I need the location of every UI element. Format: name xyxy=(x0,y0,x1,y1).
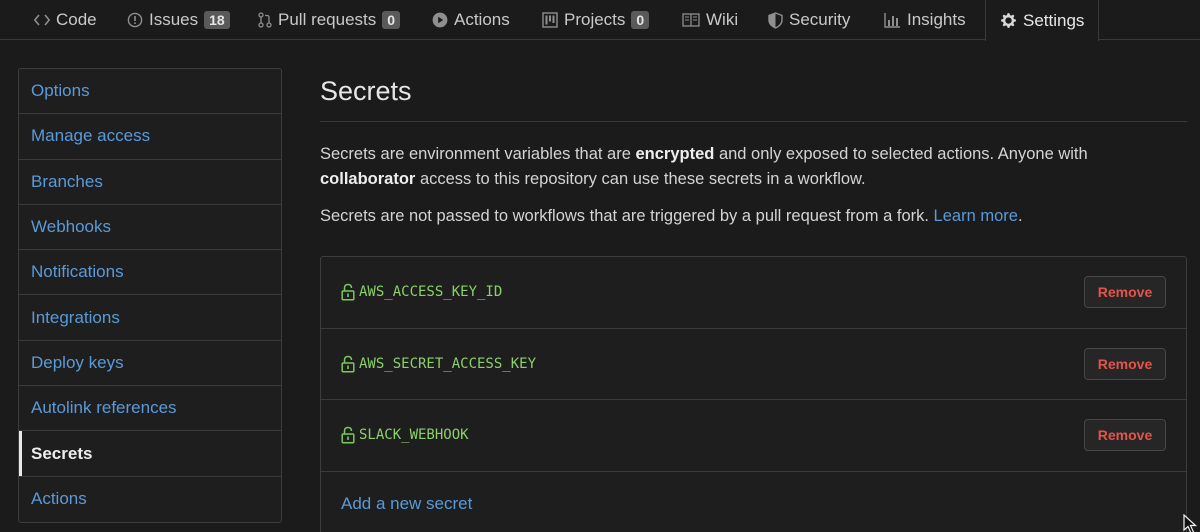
code-icon xyxy=(34,13,50,27)
project-icon xyxy=(542,12,558,28)
sidebar-item-actions[interactable]: Actions xyxy=(19,477,281,522)
desc-text-2: and only exposed to selected actions. An… xyxy=(714,145,1088,163)
secrets-description: Secrets are environment variables that a… xyxy=(320,142,1187,192)
tab-pull-requests-label: Pull requests xyxy=(278,10,377,29)
gear-icon xyxy=(1000,12,1017,29)
desc-text-1: Secrets are environment variables that a… xyxy=(320,145,636,163)
tab-security-label: Security xyxy=(789,10,851,29)
fork-notice-period: . xyxy=(1017,207,1023,225)
git-pull-request-icon xyxy=(258,12,272,28)
issues-count-badge: 18 xyxy=(204,11,230,29)
fork-notice-text: Secrets are not passed to workflows that… xyxy=(320,207,934,225)
graph-icon xyxy=(884,12,901,28)
remove-secret-button[interactable]: Remove xyxy=(1084,419,1166,452)
book-icon xyxy=(682,13,700,27)
secret-row: AWS_ACCESS_KEY_ID Remove xyxy=(321,257,1186,329)
sidebar-item-branches[interactable]: Branches xyxy=(19,160,281,205)
secret-row: AWS_SECRET_ACCESS_KEY Remove xyxy=(321,329,1186,400)
secret-name: AWS_SECRET_ACCESS_KEY xyxy=(341,355,536,373)
secret-row: SLACK_WEBHOOK Remove xyxy=(321,400,1186,472)
page-title: Secrets xyxy=(320,68,1187,122)
secrets-list: AWS_ACCESS_KEY_ID Remove AWS_SECRET_ACCE… xyxy=(320,256,1187,532)
secrets-panel: Secrets Secrets are environment variable… xyxy=(320,68,1187,532)
sidebar-item-integrations[interactable]: Integrations xyxy=(19,295,281,341)
tab-actions[interactable]: Actions xyxy=(432,0,510,40)
secret-name-label: AWS_SECRET_ACCESS_KEY xyxy=(359,355,537,372)
fork-notice: Secrets are not passed to workflows that… xyxy=(320,204,1187,229)
desc-text-3: access to this repository can use these … xyxy=(415,170,866,188)
issue-opened-icon xyxy=(127,12,143,28)
tab-settings[interactable]: Settings xyxy=(985,0,1100,41)
tab-wiki-label: Wiki xyxy=(706,10,739,29)
tab-projects-label: Projects xyxy=(564,10,626,29)
sidebar-item-options[interactable]: Options xyxy=(19,69,281,115)
tab-pull-requests[interactable]: Pull requests 0 xyxy=(258,0,401,40)
sidebar-item-notifications[interactable]: Notifications xyxy=(19,250,281,296)
remove-secret-button[interactable]: Remove xyxy=(1084,276,1166,309)
tab-security[interactable]: Security xyxy=(768,0,850,40)
secret-name-label: SLACK_WEBHOOK xyxy=(359,427,469,444)
repo-nav-tabs: Code Issues 18 Pull requests 0 Actions P… xyxy=(0,0,1200,41)
secret-name-label: AWS_ACCESS_KEY_ID xyxy=(359,284,503,301)
secret-name: SLACK_WEBHOOK xyxy=(341,426,469,444)
learn-more-link[interactable]: Learn more xyxy=(934,207,1018,225)
tab-projects[interactable]: Projects 0 xyxy=(542,0,650,40)
lock-icon xyxy=(341,283,355,301)
add-new-secret-link[interactable]: Add a new secret xyxy=(321,472,1186,532)
tab-code-label: Code xyxy=(56,10,97,29)
shield-icon xyxy=(768,11,783,29)
play-icon xyxy=(432,12,448,28)
pull-requests-count-badge: 0 xyxy=(382,11,401,29)
sidebar-item-deploy-keys[interactable]: Deploy keys xyxy=(19,341,281,387)
projects-count-badge: 0 xyxy=(631,11,650,29)
remove-secret-button[interactable]: Remove xyxy=(1084,347,1166,380)
tab-insights-label: Insights xyxy=(907,10,966,29)
tab-insights[interactable]: Insights xyxy=(884,0,966,40)
desc-encrypted: encrypted xyxy=(635,145,715,163)
tab-issues[interactable]: Issues 18 xyxy=(127,0,230,40)
secret-name: AWS_ACCESS_KEY_ID xyxy=(341,283,502,301)
tab-wiki[interactable]: Wiki xyxy=(682,0,738,40)
tab-code[interactable]: Code xyxy=(34,0,97,40)
sidebar-item-autolink-references[interactable]: Autolink references xyxy=(19,386,281,432)
lock-icon xyxy=(341,426,355,444)
tab-issues-label: Issues xyxy=(149,10,199,29)
lock-icon xyxy=(341,355,355,373)
sidebar-item-manage-access[interactable]: Manage access xyxy=(19,114,281,160)
mouse-cursor-icon xyxy=(1183,513,1198,532)
tab-settings-label: Settings xyxy=(1023,10,1085,30)
desc-collaborator: collaborator xyxy=(320,170,416,188)
settings-sidebar: Options Manage access Branches Webhooks … xyxy=(18,68,282,523)
sidebar-item-secrets[interactable]: Secrets xyxy=(19,431,281,477)
tab-actions-label: Actions xyxy=(454,10,510,29)
sidebar-item-webhooks[interactable]: Webhooks xyxy=(19,205,281,251)
